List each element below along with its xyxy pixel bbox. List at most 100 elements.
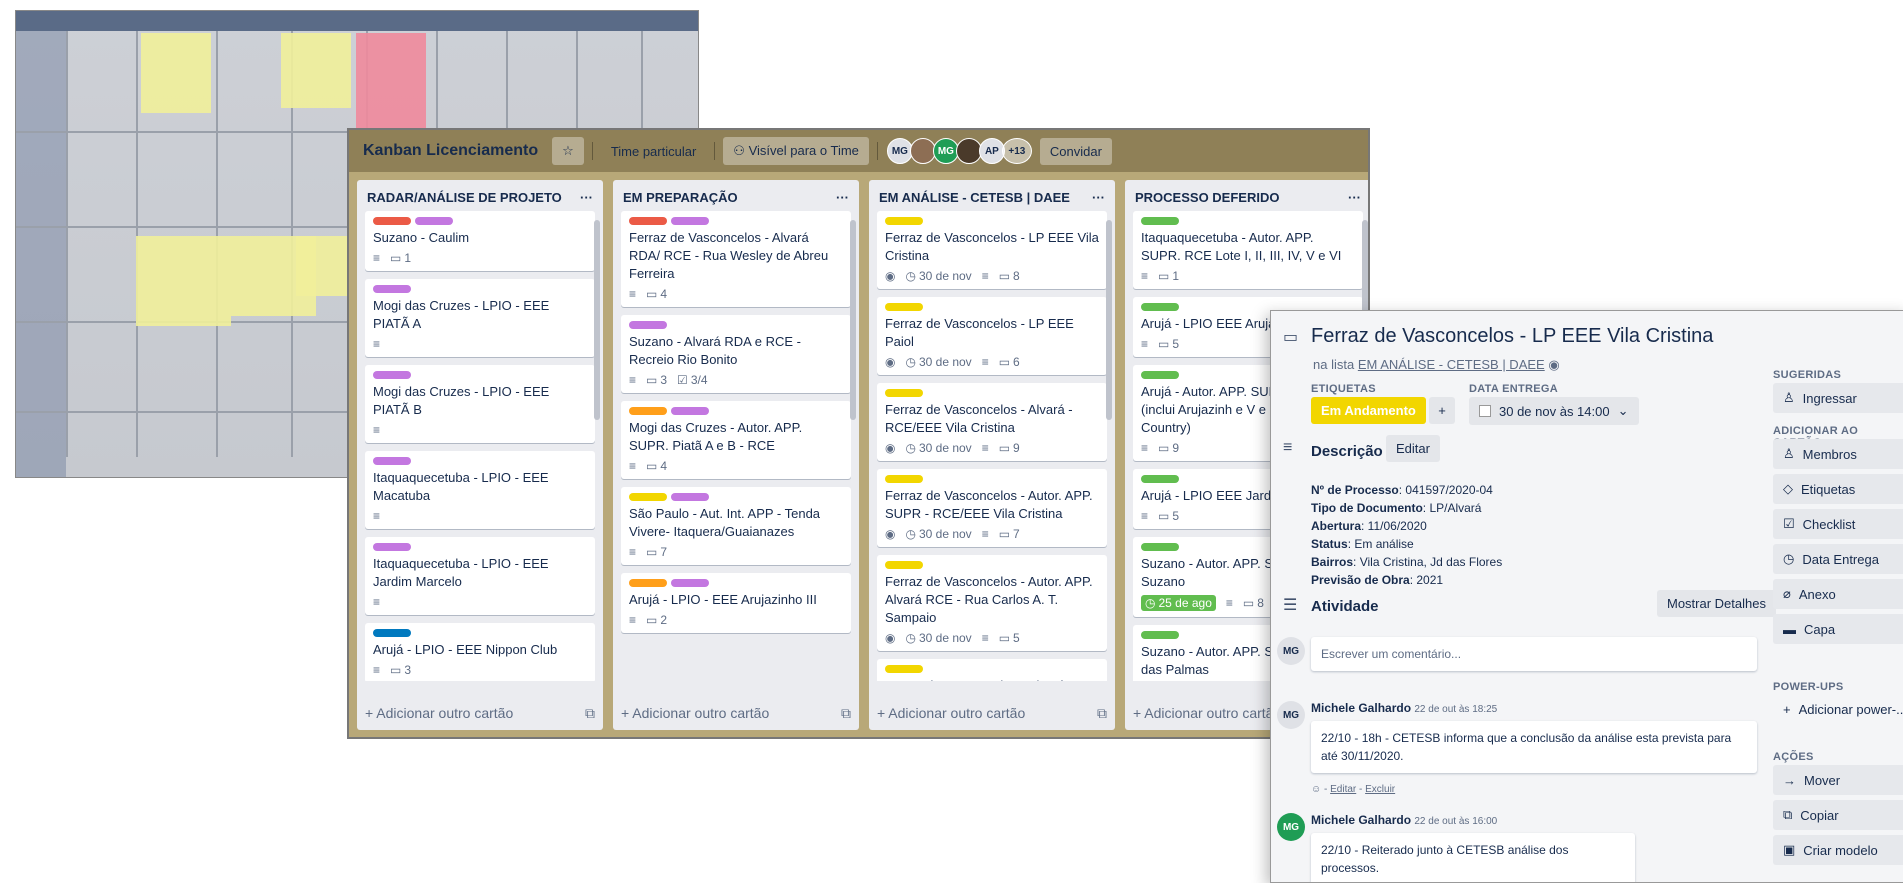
- list-header[interactable]: EM PREPARAÇÃO ···: [613, 180, 859, 211]
- list-menu-icon[interactable]: ···: [1348, 190, 1361, 205]
- delete-comment-link[interactable]: Excluir: [1365, 784, 1395, 795]
- card-badges: ≡ ▭ 4: [629, 459, 843, 473]
- description-key: Previsão de Obra: [1311, 573, 1410, 587]
- card[interactable]: Ferraz de Vasconcelos - LP EEE Vila Cris…: [877, 211, 1107, 289]
- actions-heading: AÇÕES: [1773, 751, 1814, 763]
- list-menu-icon[interactable]: ···: [580, 190, 593, 205]
- card-title[interactable]: Ferraz de Vasconcelos - LP EEE Vila Cris…: [1311, 325, 1713, 348]
- photo-header-row: [16, 11, 698, 31]
- avatar[interactable]: [955, 138, 982, 164]
- card[interactable]: São Paulo - Aut. Int. APP - Tenda Vivere…: [621, 487, 851, 565]
- board-title[interactable]: Kanban Licenciamento: [357, 138, 544, 164]
- comment-input[interactable]: Escrever um comentário...: [1311, 637, 1757, 671]
- list-title[interactable]: EM ANÁLISE - CETESB | DAEE: [879, 190, 1070, 205]
- card-label: [629, 493, 667, 501]
- card-detail-modal: ▭ Ferraz de Vasconcelos - LP EEE Vila Cr…: [1270, 310, 1903, 883]
- description-icon: ≡: [1141, 269, 1149, 283]
- due-checkbox[interactable]: [1479, 405, 1491, 417]
- card[interactable]: Mogi das Cruzes - Autor. APP. SUPR. Piat…: [621, 401, 851, 479]
- more-members-badge[interactable]: +13: [1001, 138, 1032, 164]
- card[interactable]: Itaquaquecetuba - LPIO - EEE Jardim Marc…: [365, 537, 595, 615]
- comment-count: 3: [404, 663, 412, 677]
- list-menu-icon[interactable]: ···: [836, 190, 849, 205]
- comment-author[interactable]: Michele Galhardo: [1311, 701, 1411, 715]
- card[interactable]: Mogi das Cruzes - LPIO - EEE PIATÃ B ≡: [365, 365, 595, 443]
- cover-button[interactable]: ▬ Capa: [1773, 614, 1903, 644]
- description-icon: ≡: [373, 595, 381, 609]
- invite-button[interactable]: Convidar: [1039, 137, 1112, 165]
- labels-button[interactable]: ◇ Etiquetas: [1773, 474, 1903, 504]
- list-scrollbar[interactable]: [1106, 220, 1112, 420]
- comment-count: 2: [660, 613, 668, 627]
- card-labels: [885, 303, 1099, 311]
- list-link[interactable]: EM ANÁLISE - CETESB | DAEE: [1358, 357, 1545, 372]
- members-button[interactable]: ♙ Membros: [1773, 439, 1903, 469]
- list-header[interactable]: EM ANÁLISE - CETESB | DAEE ···: [869, 180, 1115, 211]
- list-header[interactable]: PROCESSO DEFERIDO ···: [1125, 180, 1368, 211]
- card[interactable]: Ferraz de Vasconcelos - LP EEE Paiol ◉ ◷ 30…: [877, 297, 1107, 375]
- list-title[interactable]: EM PREPARAÇÃO: [623, 190, 738, 205]
- avatar[interactable]: AP: [978, 138, 1005, 164]
- comment-time[interactable]: 22 de out às 18:25: [1414, 704, 1497, 715]
- avatar[interactable]: MG: [886, 138, 913, 164]
- card-label: [1141, 631, 1179, 639]
- list-menu-icon[interactable]: ···: [1092, 190, 1105, 205]
- template-icon[interactable]: ⧉: [585, 705, 595, 722]
- show-details-button[interactable]: Mostrar Detalhes: [1657, 590, 1776, 617]
- due-date-button[interactable]: 30 de nov às 14:00 ⌄: [1469, 397, 1639, 425]
- description-body[interactable]: Nº de Processo: 041597/2020-04 Tipo de Do…: [1311, 481, 1502, 589]
- add-label-button[interactable]: +: [1429, 397, 1455, 424]
- comment-time[interactable]: 22 de out às 16:00: [1414, 816, 1497, 827]
- star-button[interactable]: ☆: [552, 137, 584, 165]
- join-button[interactable]: ♙ Ingressar: [1773, 383, 1903, 413]
- list-title[interactable]: PROCESSO DEFERIDO: [1135, 190, 1279, 205]
- attachment-button[interactable]: ⌀ Anexo: [1773, 579, 1903, 609]
- comments-badge: ▭ 3: [646, 373, 667, 387]
- add-card-button[interactable]: + Adicionar outro cartão ⧉: [877, 705, 1107, 722]
- visibility-button[interactable]: ⚇ Visível para o Time: [723, 137, 869, 165]
- card[interactable]: Ferraz de Vasconcelos - Alvará RDA/ RCE …: [621, 211, 851, 307]
- template-icon[interactable]: ⧉: [1097, 705, 1107, 722]
- list-title[interactable]: RADAR/ANÁLISE DE PROJETO: [367, 190, 562, 205]
- add-powerup-button[interactable]: + Adicionar power-...: [1773, 694, 1903, 724]
- card[interactable]: Ferraz de Vasconcelos - Autor. APP. Alva…: [877, 555, 1107, 651]
- edit-comment-link[interactable]: Editar: [1330, 784, 1356, 795]
- template-icon[interactable]: ⧉: [841, 705, 851, 722]
- checklist-label: Checklist: [1802, 516, 1856, 532]
- create-template-button[interactable]: ▣ Criar modelo: [1773, 835, 1903, 865]
- card[interactable]: Itaquaquecetuba - LPIO - EEE Macatuba ≡: [365, 451, 595, 529]
- add-card-button[interactable]: + Adicionar outro cartão ⧉: [365, 705, 595, 722]
- card[interactable]: Ferraz de Vasconcelos - Alvará RCE - Av.…: [877, 659, 1107, 681]
- card[interactable]: Ferraz de Vasconcelos - Autor. APP. SUPR…: [877, 469, 1107, 547]
- move-button[interactable]: → Mover: [1773, 765, 1903, 795]
- comment-author[interactable]: Michele Galhardo: [1311, 813, 1411, 827]
- card[interactable]: Suzano - Alvará RDA e RCE - Recreio Rio …: [621, 315, 851, 393]
- description-line: Bairros: Vila Cristina, Jd das Flores: [1311, 553, 1502, 571]
- emoji-icon[interactable]: ☺: [1311, 784, 1321, 795]
- description-icon: ≡: [373, 509, 381, 523]
- card[interactable]: Suzano - Caulim ≡ ▭ 1: [365, 211, 595, 271]
- team-button[interactable]: Time particular: [601, 138, 706, 165]
- label-chip[interactable]: Em Andamento: [1311, 397, 1426, 424]
- edit-description-button[interactable]: Editar: [1386, 435, 1440, 462]
- card[interactable]: Arujá - LPIO - EEE Nippon Club ≡ ▭ 3: [365, 623, 595, 681]
- checklist-button[interactable]: ☑ Checklist: [1773, 509, 1903, 539]
- comments-badge: ▭ 7: [999, 527, 1020, 541]
- due-date-sidebar-button[interactable]: ◷ Data Entrega: [1773, 544, 1903, 574]
- card-title: Ferraz de Vasconcelos - LP EEE Paiol: [885, 316, 1074, 349]
- card[interactable]: Arujá - LPIO - EEE Arujazinho III ≡ ▭ 2: [621, 573, 851, 633]
- card[interactable]: Itaquaquecetuba - Autor. APP. SUPR. RCE …: [1133, 211, 1363, 289]
- card[interactable]: Mogi das Cruzes - LPIO - EEE PIATÃ A ≡: [365, 279, 595, 357]
- card-label: [671, 217, 709, 225]
- add-card-button[interactable]: + Adicionar outro cartão ⧉: [621, 705, 851, 722]
- list-scrollbar[interactable]: [594, 220, 600, 420]
- avatar[interactable]: MG: [932, 138, 959, 164]
- list-header[interactable]: RADAR/ANÁLISE DE PROJETO ···: [357, 180, 603, 211]
- checklist-badge: ☑ 3/4: [677, 373, 707, 387]
- card-badges: ≡ ▭ 3: [373, 663, 587, 677]
- card[interactable]: Ferraz de Vasconcelos - Alvará - RCE/EEE…: [877, 383, 1107, 461]
- avatar[interactable]: [909, 138, 936, 164]
- copy-button[interactable]: ⧉ Copiar: [1773, 800, 1903, 830]
- comments-badge: ▭ 8: [1243, 596, 1264, 610]
- list-scrollbar[interactable]: [850, 220, 856, 420]
